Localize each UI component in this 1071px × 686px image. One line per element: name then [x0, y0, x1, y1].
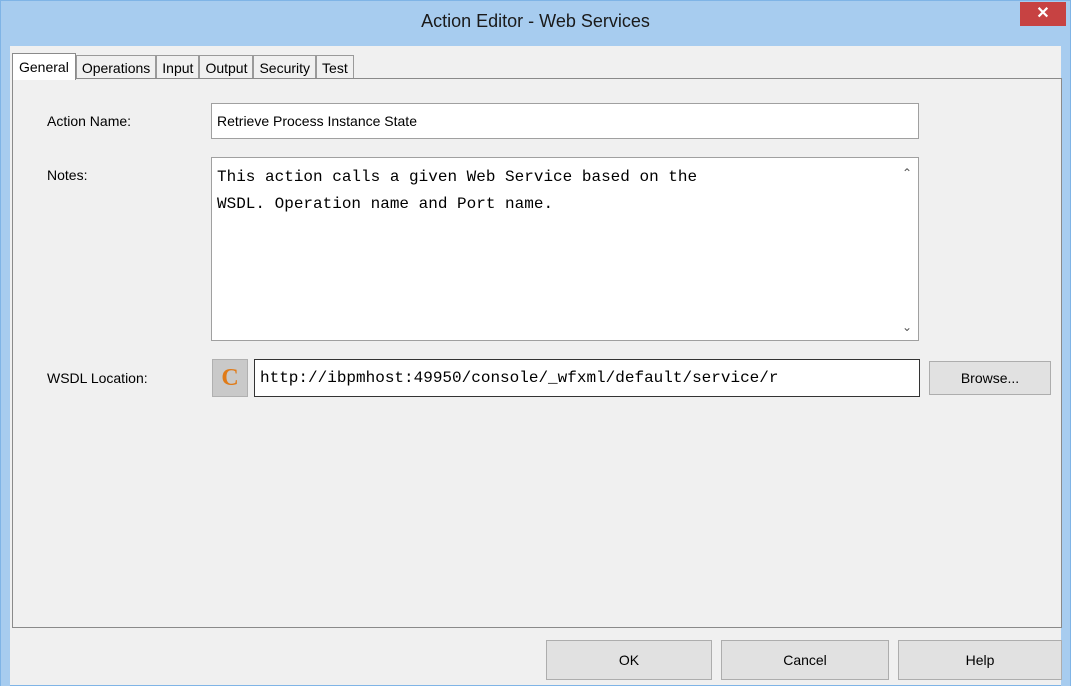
help-button[interactable]: Help — [898, 640, 1062, 680]
notes-line-1: This action calls a given Web Service ba… — [217, 168, 698, 186]
window-frame-left — [1, 46, 10, 686]
wsdl-location-input[interactable]: http://ibpmhost:49950/console/_wfxml/def… — [254, 359, 920, 397]
window-title: Action Editor - Web Services — [421, 11, 650, 31]
cancel-button[interactable]: Cancel — [721, 640, 889, 680]
notes-text: This action calls a given Web Service ba… — [212, 164, 872, 218]
tab-strip: General Operations Input Output Security… — [12, 53, 354, 80]
tab-output[interactable]: Output — [199, 55, 254, 79]
notes-textarea[interactable]: This action calls a given Web Service ba… — [211, 157, 919, 341]
tab-operations[interactable]: Operations — [75, 55, 157, 79]
action-name-input[interactable]: Retrieve Process Instance State — [211, 103, 919, 139]
close-button[interactable]: ✕ — [1020, 2, 1066, 26]
constant-c-icon[interactable]: C — [212, 359, 248, 397]
notes-line-2: WSDL. Operation name and Port name. — [217, 195, 554, 213]
scroll-down-icon[interactable]: ⌄ — [902, 320, 912, 334]
scroll-up-icon[interactable]: ⌃ — [902, 166, 912, 180]
action-name-label: Action Name: — [47, 113, 132, 129]
tab-general[interactable]: General — [12, 53, 76, 80]
browse-button[interactable]: Browse... — [929, 361, 1051, 395]
notes-label: Notes: — [47, 167, 88, 183]
window-frame-right — [1061, 46, 1070, 686]
tab-test[interactable]: Test — [316, 55, 354, 79]
action-editor-dialog: Action Editor - Web Services ✕ General O… — [0, 0, 1071, 686]
tab-input[interactable]: Input — [156, 55, 200, 79]
wsdl-location-label: WSDL Location: — [47, 370, 148, 386]
ok-button[interactable]: OK — [546, 640, 712, 680]
tab-security[interactable]: Security — [253, 55, 317, 79]
title-bar[interactable]: Action Editor - Web Services ✕ — [1, 1, 1070, 46]
